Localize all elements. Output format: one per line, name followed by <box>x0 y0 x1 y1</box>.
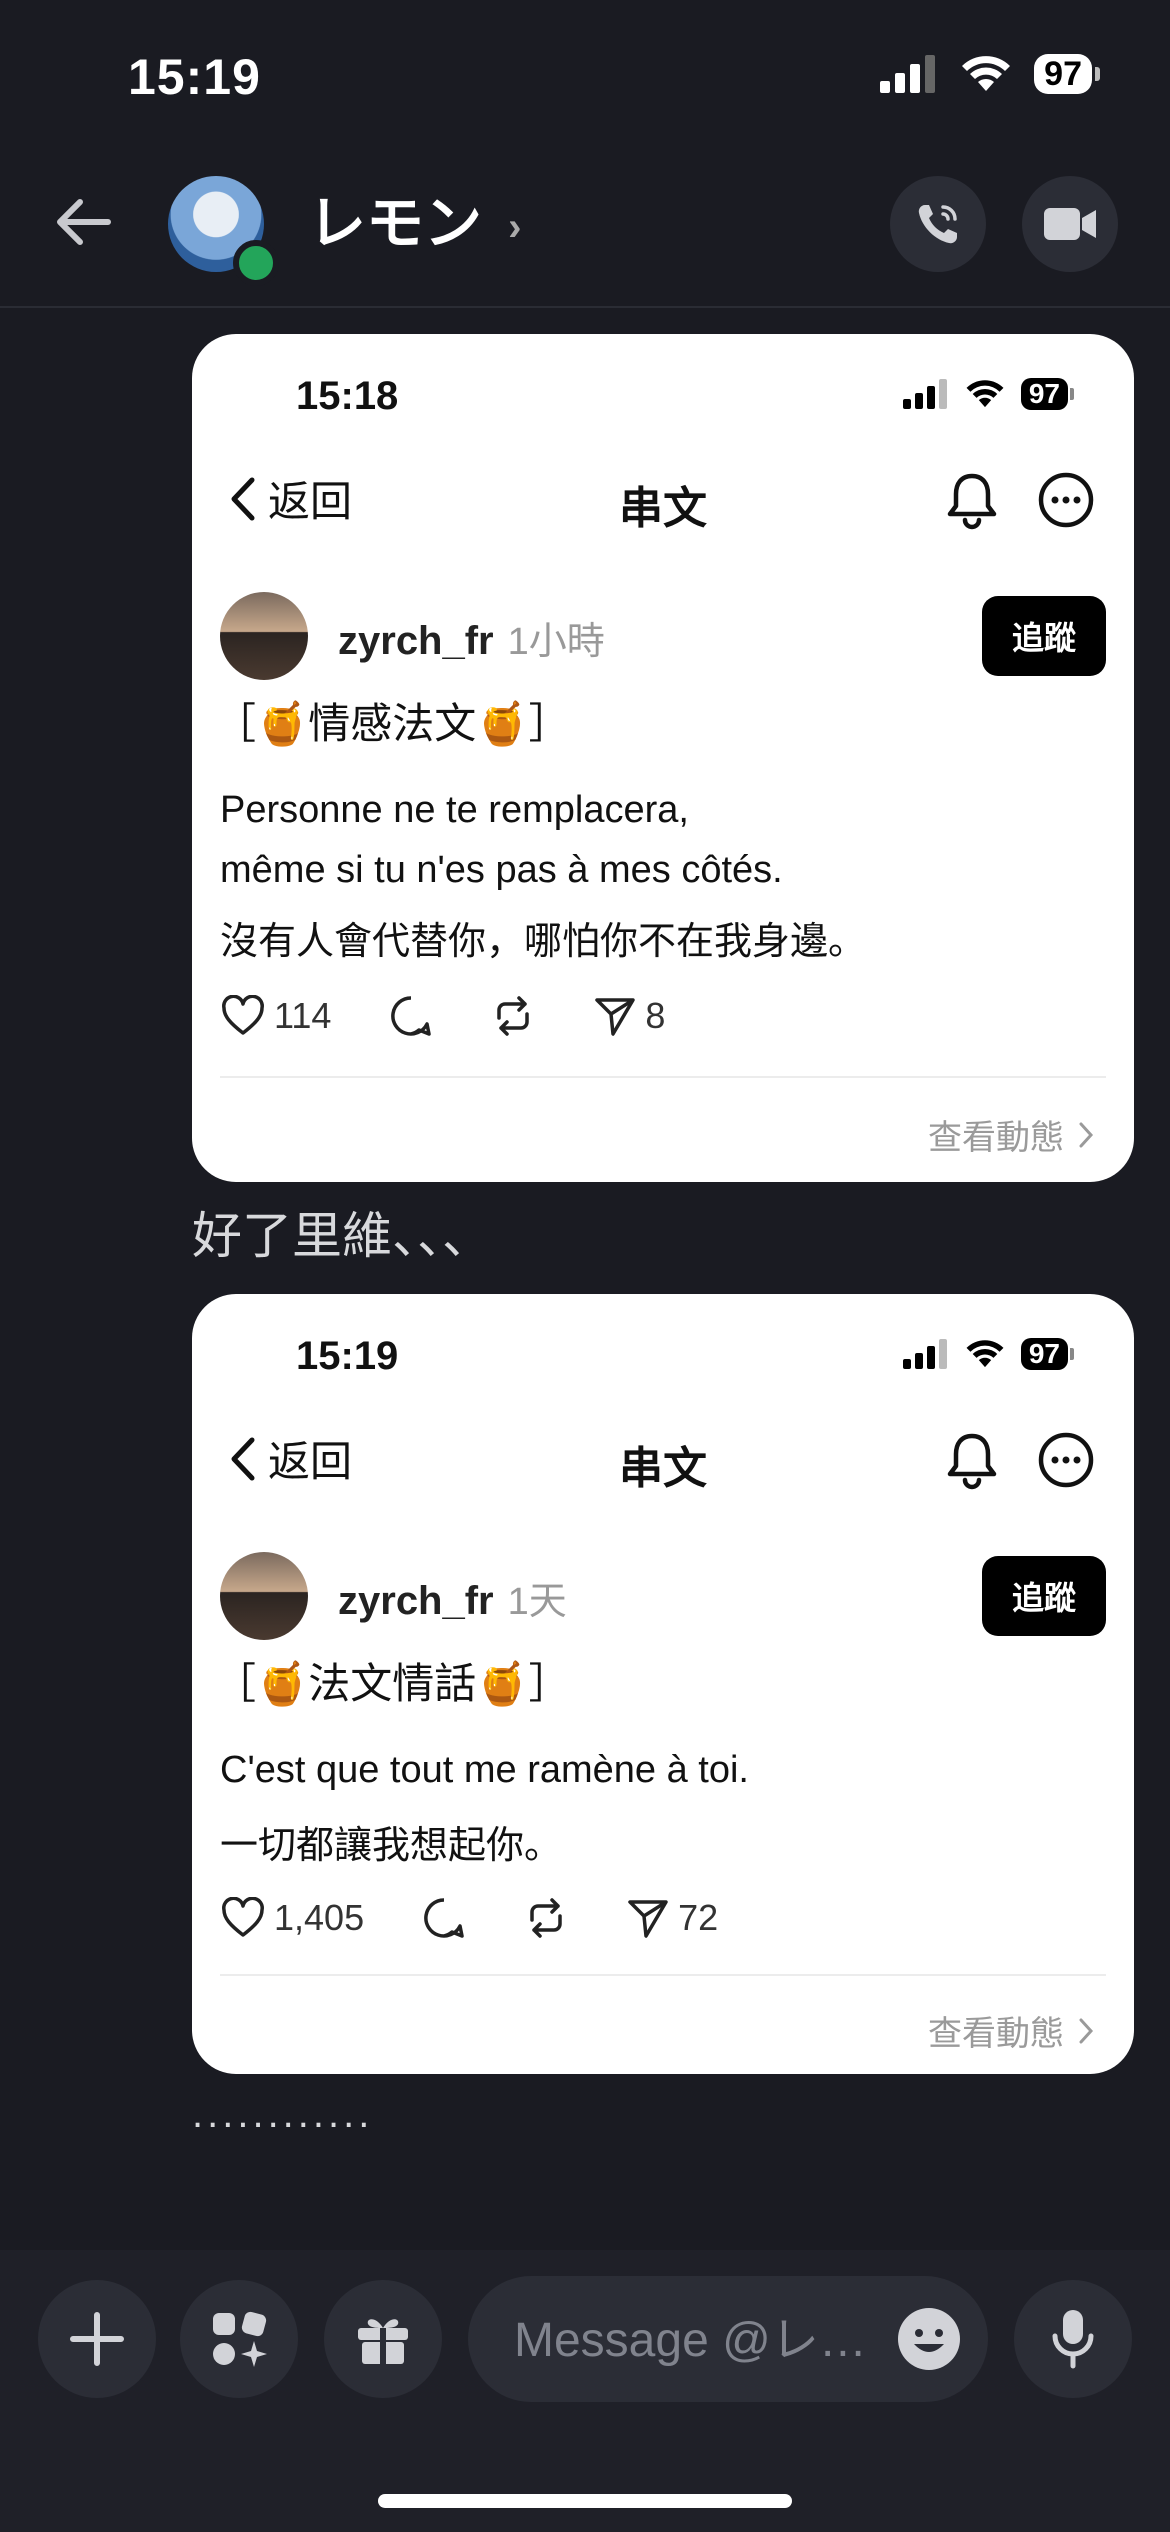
bell-icon <box>947 1433 997 1490</box>
card-separator <box>220 1076 1106 1078</box>
like-count: 1,405 <box>220 1897 364 1939</box>
share-count-value: 72 <box>678 1897 719 1938</box>
like-count-value: 114 <box>274 995 332 1036</box>
view-post-link: 查看動態 <box>928 2006 1094 2055</box>
share-count-value: 8 <box>645 995 666 1036</box>
post-tag-line: ［🍯情感法文🍯］ <box>214 700 571 747</box>
video-camera-icon <box>1044 208 1096 240</box>
like-count-value: 1,405 <box>274 1897 365 1938</box>
voice-message-button[interactable] <box>1014 2280 1132 2398</box>
gift-button[interactable] <box>324 2280 442 2398</box>
card-separator <box>220 1974 1106 1976</box>
wifi-icon <box>966 380 1004 408</box>
post-text-chinese: 沒有人會代替你，哪怕你不在我身邊。 <box>220 921 867 963</box>
wifi-icon <box>966 1340 1004 1368</box>
contact-name: レモン <box>308 191 483 256</box>
post-author-avatar <box>220 1552 308 1640</box>
send-icon <box>595 998 636 1036</box>
apps-button[interactable] <box>180 2280 298 2398</box>
plus-icon <box>70 2312 124 2366</box>
contact-name-header[interactable]: レモン › <box>308 176 521 260</box>
bell-icon <box>947 473 997 530</box>
battery-indicator: 97 <box>1034 54 1100 94</box>
phone-icon <box>918 205 957 244</box>
comment-icon <box>424 1898 464 1938</box>
post-text-chinese: 一切都讓我想起你。 <box>220 1825 563 1867</box>
battery-indicator: 97 <box>1020 1338 1075 1370</box>
shared-screenshot-card-1[interactable]: 15:18 97 返回 串文 zyrch_fr 1小時 追蹤 ［🍯情感法文🍯］ P… <box>192 334 1134 1182</box>
heart-icon <box>222 1897 264 1937</box>
heart-icon <box>222 995 264 1035</box>
send-icon <box>628 1900 668 1938</box>
video-call-button[interactable] <box>1022 176 1118 272</box>
chevron-right-icon: › <box>508 205 522 250</box>
card-status-time: 15:19 <box>296 1334 399 1378</box>
message-text: 好了里維、、、 <box>192 1208 492 1264</box>
signal-icon <box>902 1339 947 1369</box>
message-composer[interactable] <box>468 2276 988 2402</box>
comment-icon <box>391 996 432 1036</box>
gift-icon <box>358 2319 408 2366</box>
post-text-french: Personne ne te remplacera, même si tu n'… <box>220 789 783 891</box>
signal-icon <box>902 379 947 409</box>
status-icons: 97 <box>880 54 1100 94</box>
message-text-dots: ............ <box>192 2092 374 2136</box>
view-post-label: 查看動態 <box>928 2015 1064 2053</box>
emoji-button[interactable] <box>896 2306 962 2377</box>
apps-sparkle-icon <box>213 2311 267 2367</box>
card-status-icons: 97 <box>902 1338 1075 1370</box>
header-divider <box>0 306 1170 308</box>
arrow-left-icon <box>57 199 111 245</box>
smiley-face-icon <box>898 2308 960 2370</box>
more-options-icon <box>1038 1432 1094 1488</box>
repost-icon <box>530 1898 562 1938</box>
voice-call-button[interactable] <box>890 176 986 272</box>
status-time: 15:19 <box>128 49 261 105</box>
post-author: zyrch_fr 1小時 <box>338 610 605 665</box>
follow-button: 追蹤 <box>982 596 1106 676</box>
post-username: zyrch_fr <box>338 1579 494 1623</box>
post-time: 1天 <box>507 1581 567 1623</box>
post-author: zyrch_fr 1天 <box>338 1570 567 1625</box>
card-status-time: 15:18 <box>296 374 399 418</box>
card-status-icons: 97 <box>902 378 1075 410</box>
back-button[interactable] <box>52 190 116 259</box>
home-indicator <box>378 2494 792 2508</box>
post-text-french: C'est que tout me ramène à toi. <box>220 1749 749 1791</box>
post-author-avatar <box>220 592 308 680</box>
post-time: 1小時 <box>507 621 605 663</box>
wifi-icon <box>962 56 1011 91</box>
share-count: 8 <box>593 994 665 1038</box>
add-attachment-button[interactable] <box>38 2280 156 2398</box>
message-input[interactable] <box>512 2304 886 2376</box>
signal-icon <box>880 55 936 93</box>
like-count: 114 <box>220 995 331 1037</box>
view-post-link: 查看動態 <box>928 1110 1094 1159</box>
repost-icon <box>497 996 530 1036</box>
share-count: 72 <box>626 1896 718 1940</box>
chevron-right-icon <box>1079 1122 1094 1147</box>
post-tag-line: ［🍯法文情話🍯］ <box>214 1660 571 1707</box>
post-actions: 1,405 72 <box>220 1896 718 1940</box>
post-username: zyrch_fr <box>338 619 494 663</box>
microphone-icon <box>1052 2310 1094 2369</box>
chevron-right-icon <box>1079 2018 1094 2043</box>
follow-button: 追蹤 <box>982 1556 1106 1636</box>
online-status-dot <box>233 240 279 286</box>
battery-indicator: 97 <box>1020 378 1075 410</box>
more-options-icon <box>1038 472 1094 528</box>
view-post-label: 查看動態 <box>928 1119 1064 1157</box>
shared-screenshot-card-2[interactable]: 15:19 97 返回 串文 zyrch_fr 1天 追蹤 ［🍯法文情話🍯］ C'… <box>192 1294 1134 2074</box>
post-actions: 114 8 <box>220 994 665 1038</box>
